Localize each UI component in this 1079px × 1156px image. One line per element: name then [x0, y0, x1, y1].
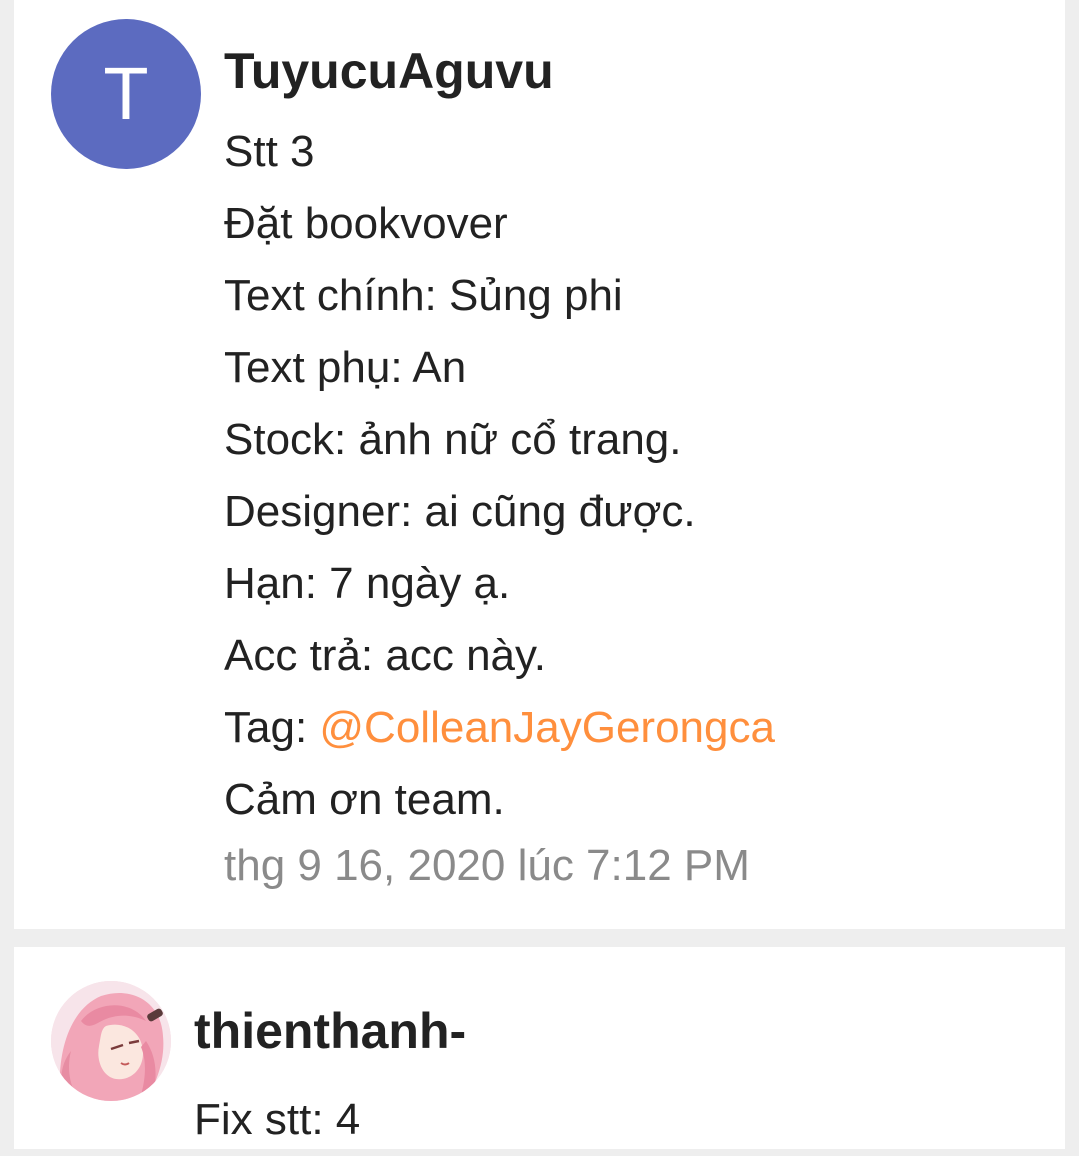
username[interactable]: thienthanh-: [194, 1000, 466, 1062]
user-avatar[interactable]: T: [51, 19, 201, 169]
comment-body: TuyucuAguvu Stt 3 Đặt bookvover Text chí…: [224, 40, 775, 896]
comment-line: Cảm ơn team.: [224, 775, 505, 824]
comment-body: thienthanh- Fix stt: 4: [194, 1000, 466, 1156]
comment-line: Designer: ai cũng được.: [224, 487, 696, 536]
comment-line: Đặt bookvover: [224, 199, 508, 248]
tag-label: Tag:: [224, 703, 320, 752]
comment-card: [14, 947, 1065, 1149]
username[interactable]: TuyucuAguvu: [224, 40, 775, 102]
comment-line: Stt 3: [224, 127, 315, 176]
comment-timestamp: thg 9 16, 2020 lúc 7:12 PM: [224, 841, 750, 890]
comment-tag-line: Tag: @ColleanJayGerongca: [224, 692, 775, 764]
anime-avatar-icon[interactable]: [51, 981, 171, 1101]
comment-line: Hạn: 7 ngày ạ.: [224, 559, 511, 608]
comment-line: Text chính: Sủng phi: [224, 271, 623, 320]
comment-line: Stock: ảnh nữ cổ trang.: [224, 415, 682, 464]
user-mention-link[interactable]: @ColleanJayGerongca: [319, 703, 775, 752]
comment-line: Acc trả: acc này.: [224, 631, 546, 680]
comment-line: Text phụ: An: [224, 343, 467, 392]
comment-line: Fix stt: 4: [194, 1095, 361, 1144]
